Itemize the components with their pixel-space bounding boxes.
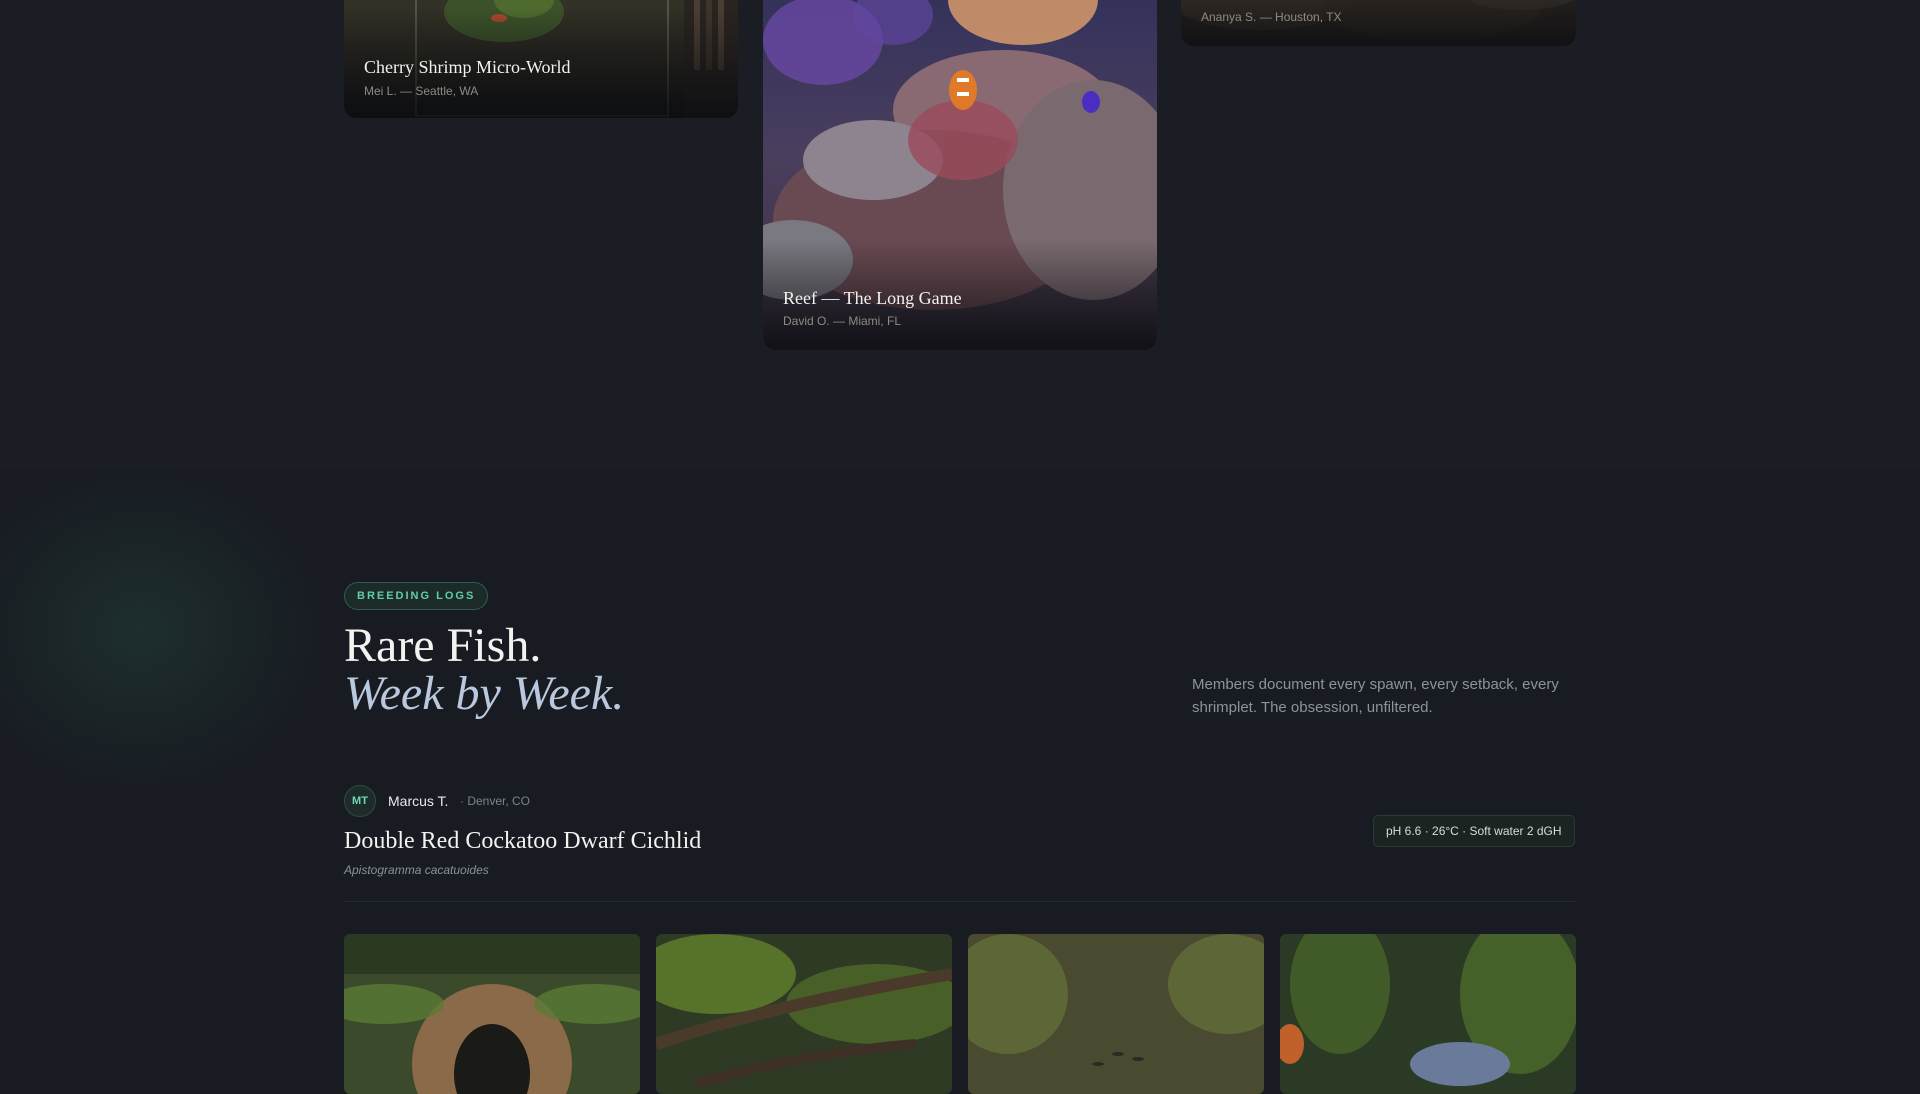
gallery-card-shrimp[interactable]: Cherry Shrimp Micro-World Mei L. — Seatt… — [344, 0, 738, 118]
log-photo-3[interactable] — [968, 934, 1264, 1094]
card-meta: Ananya S. — Houston, TX — [1201, 10, 1342, 24]
log-photo-2[interactable] — [656, 934, 952, 1094]
cave-photo — [344, 934, 640, 1094]
section-headline-italic: Week by Week. — [344, 667, 625, 720]
card-meta: David O. — Miami, FL — [783, 314, 902, 328]
card-title: Reef — The Long Game — [783, 288, 962, 308]
avatar[interactable]: MT — [344, 785, 376, 817]
breeding-logs-section: BREEDING LOGS Rare Fish. Week by Week. M… — [0, 470, 1920, 1094]
driftwood-photo — [656, 934, 952, 1094]
log-photo-1[interactable] — [344, 934, 640, 1094]
cichlid-photo — [1280, 934, 1576, 1094]
gallery-card-reef[interactable]: Reef — The Long Game David O. — Miami, F… — [763, 0, 1157, 350]
gallery-section: Cherry Shrimp Micro-World Mei L. — Seatt… — [0, 0, 1920, 470]
water-params-badge: pH 6.6 · 26°C · Soft water 2 dGH — [1373, 815, 1575, 847]
author-location: · Denver, CO — [460, 794, 531, 808]
card-meta: Mei L. — Seattle, WA — [364, 84, 479, 98]
card-title: Cherry Shrimp Micro-World — [364, 57, 571, 77]
fry-photo — [968, 934, 1264, 1094]
section-tag: BREEDING LOGS — [344, 582, 489, 610]
log-species: Apistogramma cacatuoides — [344, 863, 489, 877]
divider — [344, 901, 1576, 902]
section-intro: Members document every spawn, every setb… — [1192, 676, 1559, 716]
section-headline: Rare Fish. — [344, 619, 542, 672]
gallery-card-houston[interactable]: Ananya S. — Houston, TX — [1181, 0, 1576, 46]
log-title[interactable]: Double Red Cockatoo Dwarf Cichlid — [344, 828, 701, 855]
author-name[interactable]: Marcus T. — [388, 793, 448, 809]
log-photo-4[interactable] — [1280, 934, 1576, 1094]
